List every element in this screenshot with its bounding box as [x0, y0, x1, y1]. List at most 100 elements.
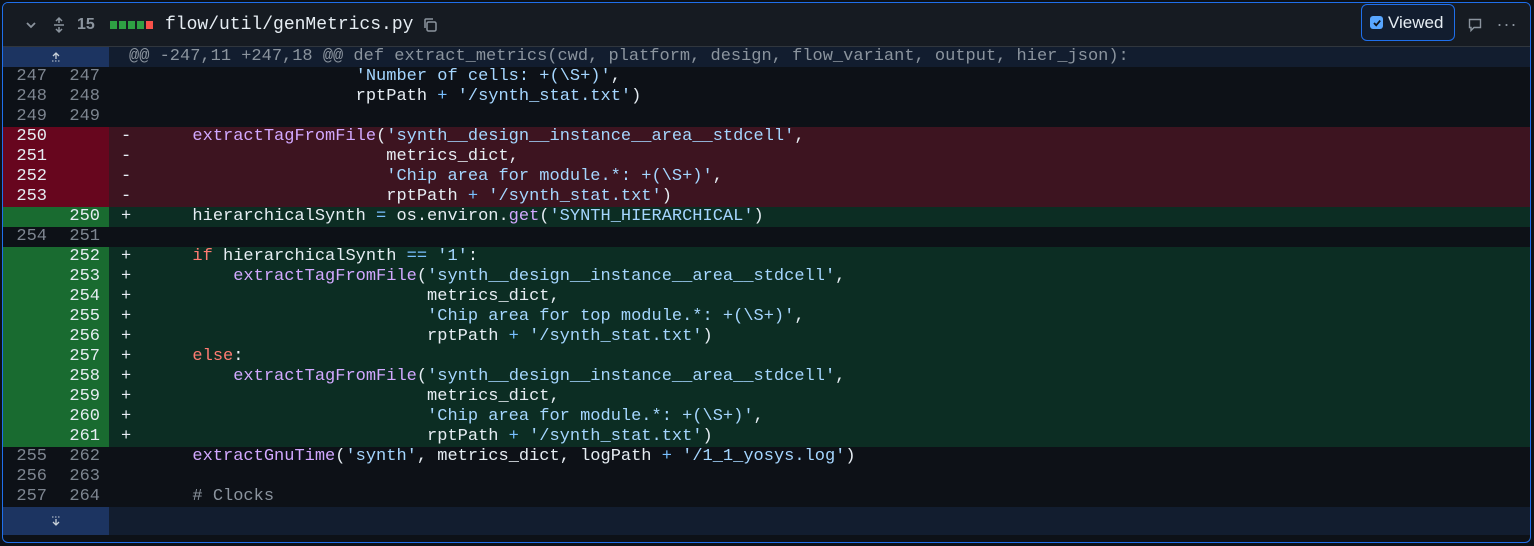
old-line-number[interactable]: [3, 307, 56, 327]
new-line-number[interactable]: [56, 167, 109, 187]
new-line-number[interactable]: 249: [56, 107, 109, 127]
code-cell: [109, 107, 1530, 127]
diff-sign: +: [121, 427, 132, 446]
old-line-number[interactable]: 250: [3, 127, 56, 147]
new-line-number[interactable]: 257: [56, 347, 109, 367]
old-line-number[interactable]: 256: [3, 467, 56, 487]
code-token: metrics_dict,: [151, 147, 519, 166]
more-options-button[interactable]: ···: [1496, 3, 1518, 46]
context-line: 249 249: [3, 107, 1530, 127]
old-line-number[interactable]: [3, 327, 56, 347]
code-token: 'Chip area for top module.*: +(\S+)': [427, 307, 795, 326]
viewed-checkbox[interactable]: [1370, 16, 1383, 29]
code-token: (: [376, 127, 387, 146]
expand-all-button[interactable]: [49, 3, 69, 46]
diffstat-box: [110, 20, 117, 29]
copy-path-button[interactable]: [421, 3, 439, 46]
code-token: ,: [835, 267, 846, 286]
diff-sign: +: [121, 207, 132, 226]
old-line-number[interactable]: 248: [3, 87, 56, 107]
diff-sign: +: [121, 287, 132, 306]
old-line-number[interactable]: 257: [3, 487, 56, 507]
code-cell: rptPath + '/synth_stat.txt'): [109, 87, 1530, 107]
new-line-number[interactable]: 255: [56, 307, 109, 327]
code-token: ,: [794, 307, 805, 326]
code-token: :: [467, 247, 479, 266]
old-line-number[interactable]: 249: [3, 107, 56, 127]
new-line-number[interactable]: 260: [56, 407, 109, 427]
new-line-number[interactable]: 254: [56, 287, 109, 307]
code-cell: + rptPath + '/synth_stat.txt'): [109, 327, 1530, 347]
code-cell: - metrics_dict,: [109, 147, 1530, 167]
old-line-number[interactable]: [3, 407, 56, 427]
added-line: 254 + metrics_dict,: [3, 287, 1530, 307]
expand-up-button[interactable]: [3, 47, 109, 67]
old-line-number[interactable]: 251: [3, 147, 56, 167]
code-token: os.environ.: [386, 207, 509, 226]
old-line-number[interactable]: 252: [3, 167, 56, 187]
old-line-number[interactable]: [3, 367, 56, 387]
old-line-number[interactable]: 253: [3, 187, 56, 207]
old-line-number[interactable]: 247: [3, 67, 56, 87]
code-token: hierarchicalSynth: [151, 207, 377, 226]
added-line: 259 + metrics_dict,: [3, 387, 1530, 407]
code-token: '1': [437, 247, 468, 266]
old-line-number[interactable]: [3, 427, 56, 447]
new-line-number[interactable]: 259: [56, 387, 109, 407]
new-line-number[interactable]: 264: [56, 487, 109, 507]
copy-icon: [424, 17, 437, 32]
code-token: extractTagFromFile: [233, 267, 417, 286]
old-line-number[interactable]: [3, 207, 56, 227]
new-line-number[interactable]: 258: [56, 367, 109, 387]
context-line: 257 264 # Clocks: [3, 487, 1530, 507]
old-line-number[interactable]: [3, 347, 56, 367]
code-token: ): [702, 327, 713, 346]
old-line-number[interactable]: [3, 267, 56, 287]
old-line-number[interactable]: [3, 287, 56, 307]
new-line-number[interactable]: 263: [56, 467, 109, 487]
new-line-number[interactable]: 262: [56, 447, 109, 467]
deleted-line: 250 - extractTagFromFile('synth__design__…: [3, 127, 1530, 147]
code-cell: - 'Chip area for module.*: +(\S+)',: [109, 167, 1530, 187]
old-line-number[interactable]: [3, 247, 56, 267]
new-line-number[interactable]: [56, 147, 109, 167]
old-line-number[interactable]: 255: [3, 447, 56, 467]
new-line-number[interactable]: 248: [56, 87, 109, 107]
file-name-link[interactable]: flow/util/genMetrics.py: [165, 3, 413, 46]
diff-sign: +: [121, 387, 132, 406]
new-line-number[interactable]: 250: [56, 207, 109, 227]
code-cell: + metrics_dict,: [109, 287, 1530, 307]
code-token: else: [192, 347, 234, 366]
new-line-number[interactable]: 252: [56, 247, 109, 267]
new-line-number[interactable]: 261: [56, 427, 109, 447]
added-line: 258 + extractTagFromFile('synth__design__…: [3, 367, 1530, 387]
collapse-toggle-button[interactable]: [21, 3, 41, 46]
old-line-number[interactable]: 254: [3, 227, 56, 247]
new-line-number[interactable]: 247: [56, 67, 109, 87]
old-line-number[interactable]: [3, 387, 56, 407]
new-line-number[interactable]: [56, 127, 109, 147]
code-token: '/1_1_yosys.log': [682, 447, 846, 466]
code-token: rptPath: [151, 87, 438, 106]
hunk-header-text: @@ -247,11 +247,18 @@ def extract_metric…: [109, 47, 1530, 67]
new-line-number[interactable]: 253: [56, 267, 109, 287]
new-line-number[interactable]: 256: [56, 327, 109, 347]
code-token: ==: [406, 247, 428, 266]
viewed-toggle[interactable]: Viewed: [1361, 4, 1455, 41]
code-cell: + else:: [109, 347, 1530, 367]
new-line-number[interactable]: [56, 187, 109, 207]
new-line-number[interactable]: 251: [56, 227, 109, 247]
diff-sign: [121, 87, 131, 106]
expand-down-button[interactable]: [3, 507, 109, 535]
diff-sign: -: [121, 187, 132, 206]
code-cell: + rptPath + '/synth_stat.txt'): [109, 427, 1530, 447]
comment-button[interactable]: [1465, 3, 1485, 46]
diff-sign: +: [121, 247, 132, 266]
code-token: metrics_dict,: [151, 287, 560, 306]
